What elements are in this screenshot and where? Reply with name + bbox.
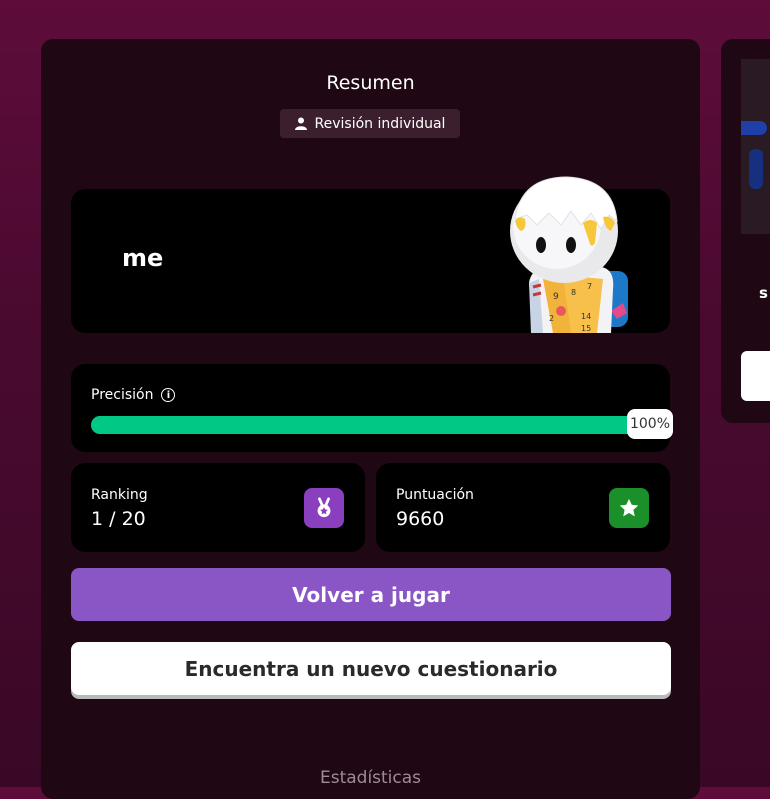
find-new-quiz-button[interactable]: Encuentra un nuevo cuestionario [71,642,671,695]
side-panel-button[interactable] [741,351,770,401]
accuracy-bar-track [91,416,651,434]
play-again-button[interactable]: Volver a jugar [71,568,671,621]
ranking-value: 1 / 20 [91,508,146,530]
info-icon[interactable]: i [161,388,176,402]
side-panel-text: s [759,284,768,302]
svg-text:2: 2 [549,314,554,323]
summary-title: Resumen [326,72,415,94]
accuracy-bar-fill [91,416,651,434]
accuracy-card: Precisión i 100% [71,364,673,452]
star-icon [609,488,649,528]
score-card: Puntuación 9660 [376,463,670,552]
individual-review-badge: Revisión individual [280,109,460,138]
svg-text:9: 9 [553,292,559,302]
player-name: me [122,244,164,272]
user-icon [294,117,307,130]
ranking-label: Ranking [91,487,148,503]
svg-text:8: 8 [571,288,576,297]
summary-card: Resumen Revisión individual me 9 8 7 14 … [41,39,700,799]
accuracy-label-row: Precisión i [91,387,176,403]
player-card: me 9 8 7 14 15 2 [71,176,670,333]
badge-label: Revisión individual [314,115,446,132]
svg-text:7: 7 [587,282,592,291]
stats-section-title: Estadísticas [319,768,422,788]
player-avatar: 9 8 7 14 15 2 [510,176,628,333]
side-panel-image [741,59,770,234]
svg-text:14: 14 [581,312,591,321]
score-label: Puntuación [396,487,474,503]
score-value: 9660 [396,508,445,530]
medal-icon [304,488,344,528]
svg-text:15: 15 [581,324,591,333]
accuracy-percent: 100% [627,409,673,439]
side-image-shape [749,149,763,189]
side-panel: s [721,39,770,423]
accuracy-label: Precisión [91,387,154,403]
side-image-shape [741,121,767,135]
ranking-card: Ranking 1 / 20 [71,463,365,552]
